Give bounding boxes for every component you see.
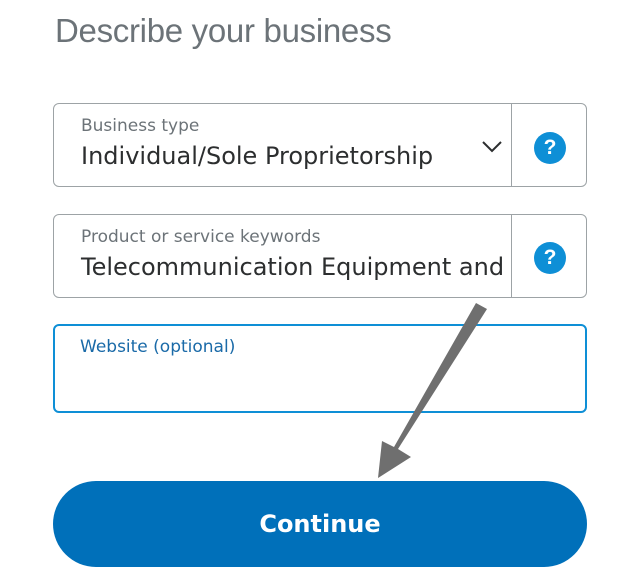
business-type-value: Individual/Sole Proprietorship xyxy=(81,142,434,170)
describe-business-page: Describe your business Business type Ind… xyxy=(0,0,640,577)
help-icon[interactable]: ? xyxy=(534,132,566,164)
keywords-value: Telecommunication Equipment and xyxy=(81,253,505,281)
page-title: Describe your business xyxy=(55,12,392,49)
keywords-main[interactable]: Product or service keywords Telecommunic… xyxy=(54,215,512,297)
keywords-field[interactable]: Product or service keywords Telecommunic… xyxy=(53,214,587,298)
keywords-help-cell: ? xyxy=(512,215,586,297)
help-icon[interactable]: ? xyxy=(534,242,566,274)
business-type-main[interactable]: Business type Individual/Sole Proprietor… xyxy=(54,104,512,186)
business-type-label: Business type xyxy=(81,116,200,136)
continue-button[interactable]: Continue xyxy=(53,481,587,567)
business-type-help-cell: ? xyxy=(512,104,586,186)
keywords-label: Product or service keywords xyxy=(81,227,321,247)
website-label: Website (optional) xyxy=(80,337,236,357)
business-type-select[interactable]: Business type Individual/Sole Proprietor… xyxy=(53,103,587,187)
chevron-down-icon[interactable] xyxy=(481,140,503,154)
website-field[interactable]: Website (optional) xyxy=(53,324,587,413)
